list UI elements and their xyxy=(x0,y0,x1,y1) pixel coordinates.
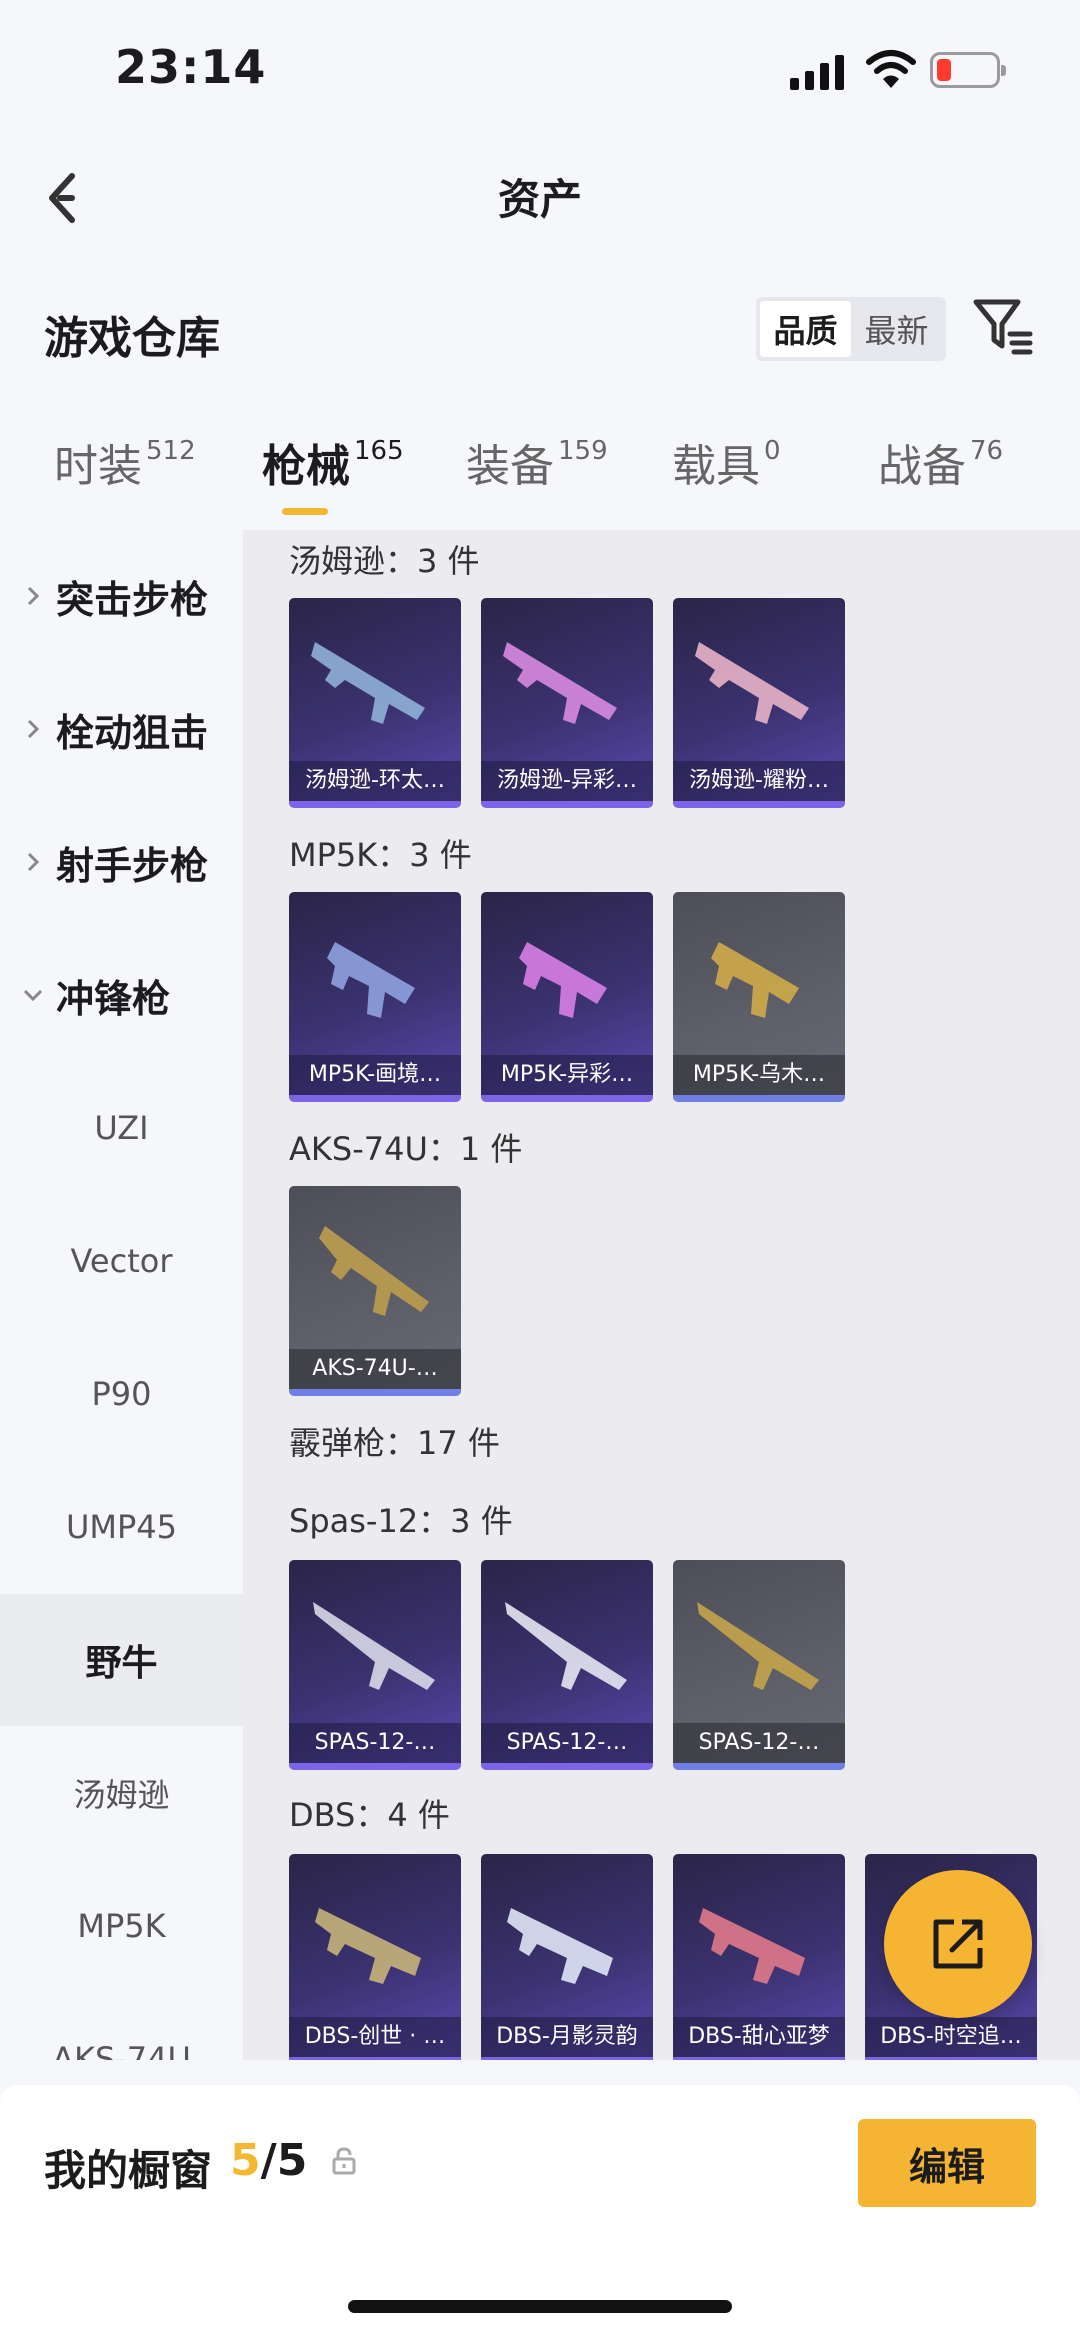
item-card[interactable]: SPAS-12-… xyxy=(289,1560,461,1770)
group-label-thompson: 汤姆逊：3 件 xyxy=(289,542,480,580)
battery-icon xyxy=(930,52,1006,88)
section-title: 游戏仓库 xyxy=(44,313,220,364)
item-card[interactable]: AKS-74U-… xyxy=(289,1186,461,1396)
filter-icon[interactable] xyxy=(972,296,1034,358)
gun-icon xyxy=(519,942,607,1018)
nav-bar: 资产 xyxy=(0,140,1080,250)
sort-quality-button[interactable]: 品质 xyxy=(760,301,851,357)
chevron-right-icon xyxy=(27,586,40,606)
tab-active-indicator xyxy=(282,508,328,515)
wifi-icon xyxy=(866,50,916,88)
chevron-down-icon xyxy=(23,989,43,1002)
gun-icon xyxy=(311,642,425,724)
sort-latest-button[interactable]: 最新 xyxy=(851,301,942,357)
sidebar-item-uzi[interactable]: UZI xyxy=(0,1062,243,1194)
item-card[interactable]: 汤姆逊-异彩… xyxy=(481,598,653,808)
gun-icon xyxy=(319,1226,429,1316)
gun-icon xyxy=(327,942,415,1018)
item-grid: 汤姆逊：3 件 汤姆逊-环太… 汤姆逊-异彩… 汤姆逊-耀粉… MP5K：3 件… xyxy=(243,530,1080,2060)
gun-icon xyxy=(315,1908,421,1984)
sidebar-item-smg[interactable]: 冲锋枪 xyxy=(0,929,243,1061)
page-title: 资产 xyxy=(497,175,582,224)
gun-icon xyxy=(699,1908,805,1984)
group-label-spas12: Spas-12：3 件 xyxy=(289,1502,513,1540)
group-label-aks74u: AKS-74U：1 件 xyxy=(289,1130,523,1168)
tab-guns[interactable]: 枪械 165 xyxy=(262,430,404,494)
item-card[interactable]: DBS-甜心亚梦 xyxy=(673,1854,845,2060)
tab-outfits[interactable]: 时装 512 xyxy=(54,430,196,494)
share-button[interactable] xyxy=(884,1870,1032,2018)
group-label-dbs: DBS：4 件 xyxy=(289,1796,450,1834)
sidebar-item-assault-rifle[interactable]: 突击步枪 xyxy=(0,530,243,662)
tab-vehicles[interactable]: 载具 0 xyxy=(672,430,781,494)
sort-toggle: 品质 最新 xyxy=(756,297,946,361)
status-bar: 23:14 xyxy=(0,0,1080,140)
sidebar-item-vector[interactable]: Vector xyxy=(0,1195,243,1327)
gun-icon xyxy=(695,642,809,724)
group-label-mp5k: MP5K：3 件 xyxy=(289,836,472,874)
sidebar-item-p90[interactable]: P90 xyxy=(0,1328,243,1460)
status-time: 23:14 xyxy=(115,40,267,94)
edit-button[interactable]: 编辑 xyxy=(858,2119,1036,2207)
sidebar: 突击步枪 栓动狙击 射手步枪 冲锋枪 UZI Vector P90 UMP45 … xyxy=(0,530,243,2060)
gun-icon xyxy=(313,1602,435,1690)
tab-supplies[interactable]: 战备 76 xyxy=(878,430,1003,494)
sidebar-item-marksman-rifle[interactable]: 射手步枪 xyxy=(0,796,243,928)
group-label-shotguns: 霰弹枪：17 件 xyxy=(289,1424,500,1462)
share-icon xyxy=(933,1919,983,1969)
showcase-count: 5/5 xyxy=(230,2135,308,2186)
signal-icon xyxy=(790,52,846,90)
sidebar-item-mp5k[interactable]: MP5K xyxy=(0,1860,243,1992)
sidebar-item-ump45[interactable]: UMP45 xyxy=(0,1461,243,1593)
item-card[interactable]: 汤姆逊-耀粉… xyxy=(673,598,845,808)
chevron-right-icon xyxy=(27,719,40,739)
gun-icon xyxy=(503,642,617,724)
gun-icon xyxy=(711,942,799,1018)
lock-icon xyxy=(332,2147,356,2175)
chevron-right-icon xyxy=(27,852,40,872)
item-card[interactable]: SPAS-12-… xyxy=(673,1560,845,1770)
gun-icon xyxy=(507,1908,613,1984)
sidebar-item-bolt-sniper[interactable]: 栓动狙击 xyxy=(0,663,243,795)
item-card[interactable]: DBS-月影灵韵 xyxy=(481,1854,653,2060)
sidebar-item-aks74u[interactable]: AKS-74U xyxy=(0,1993,243,2060)
item-card[interactable]: 汤姆逊-环太… xyxy=(289,598,461,808)
sidebar-item-bizon[interactable]: 野牛 xyxy=(0,1594,243,1726)
showcase-label: 我的橱窗 xyxy=(44,2146,213,2195)
sidebar-item-thompson[interactable]: 汤姆逊 xyxy=(0,1727,243,1859)
category-tabs: 时装 512 枪械 165 装备 159 载具 0 战备 76 xyxy=(0,430,1080,520)
tab-equipment[interactable]: 装备 159 xyxy=(466,430,608,494)
gun-icon xyxy=(505,1602,627,1690)
item-card[interactable]: SPAS-12-… xyxy=(481,1560,653,1770)
item-card[interactable]: MP5K-异彩… xyxy=(481,892,653,1102)
gun-icon xyxy=(697,1602,819,1690)
item-card[interactable]: MP5K-乌木… xyxy=(673,892,845,1102)
home-indicator xyxy=(348,2300,732,2313)
item-card[interactable]: DBS-创世 · … xyxy=(289,1854,461,2060)
item-card[interactable]: MP5K-画境… xyxy=(289,892,461,1102)
